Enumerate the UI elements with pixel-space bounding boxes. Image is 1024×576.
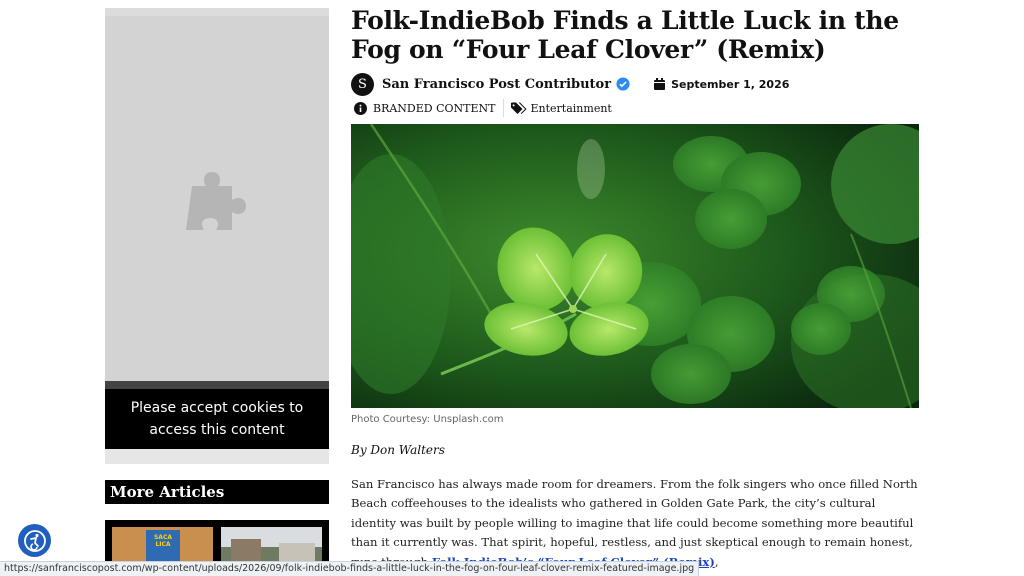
category-link[interactable]: Entertainment xyxy=(531,102,612,115)
left-sidebar: Please accept cookies to access this con… xyxy=(105,8,329,576)
article-headline: Folk-IndieBob Finds a Little Luck in the… xyxy=(351,6,899,64)
clover-photo xyxy=(351,124,919,408)
meta-divider xyxy=(502,99,504,117)
author-name[interactable]: San Francisco Post Contributor xyxy=(382,77,611,92)
article-author-byline: By Don Walters xyxy=(351,443,445,457)
embed-placeholder xyxy=(105,16,329,389)
publish-date-text: September 1, 2026 xyxy=(671,77,790,91)
accessibility-button[interactable] xyxy=(18,524,51,557)
accessibility-icon xyxy=(23,529,46,552)
article-byline-row: S San Francisco Post Contributor Septemb… xyxy=(351,72,789,96)
branded-content-label: BRANDED CONTENT xyxy=(373,101,496,115)
verified-badge-icon xyxy=(616,77,630,91)
body-text-end: , xyxy=(714,554,719,569)
album-cover-text: SACA LICA xyxy=(153,534,172,548)
puzzle-piece-icon xyxy=(186,171,246,230)
more-articles-heading: More Articles xyxy=(105,480,329,504)
cookie-blocked-embed: Please accept cookies to access this con… xyxy=(105,8,329,464)
featured-image[interactable] xyxy=(351,124,919,408)
article-meta-row: BRANDED CONTENT Entertainment xyxy=(354,99,612,117)
tags-icon xyxy=(510,102,526,114)
calendar-icon xyxy=(654,78,666,90)
article-body-paragraph: San Francisco has always made room for d… xyxy=(351,475,921,572)
info-icon xyxy=(354,101,367,115)
publish-date: September 1, 2026 xyxy=(654,78,789,91)
cookie-notice[interactable]: Please accept cookies to access this con… xyxy=(105,389,329,449)
embed-divider xyxy=(105,381,329,389)
photo-caption: Photo Courtesy: Unsplash.com xyxy=(351,414,504,425)
author-avatar[interactable]: S xyxy=(351,72,374,96)
browser-status-bar: https://sanfranciscopost.com/wp-content/… xyxy=(0,561,700,576)
embed-bottom-strip xyxy=(105,449,329,464)
